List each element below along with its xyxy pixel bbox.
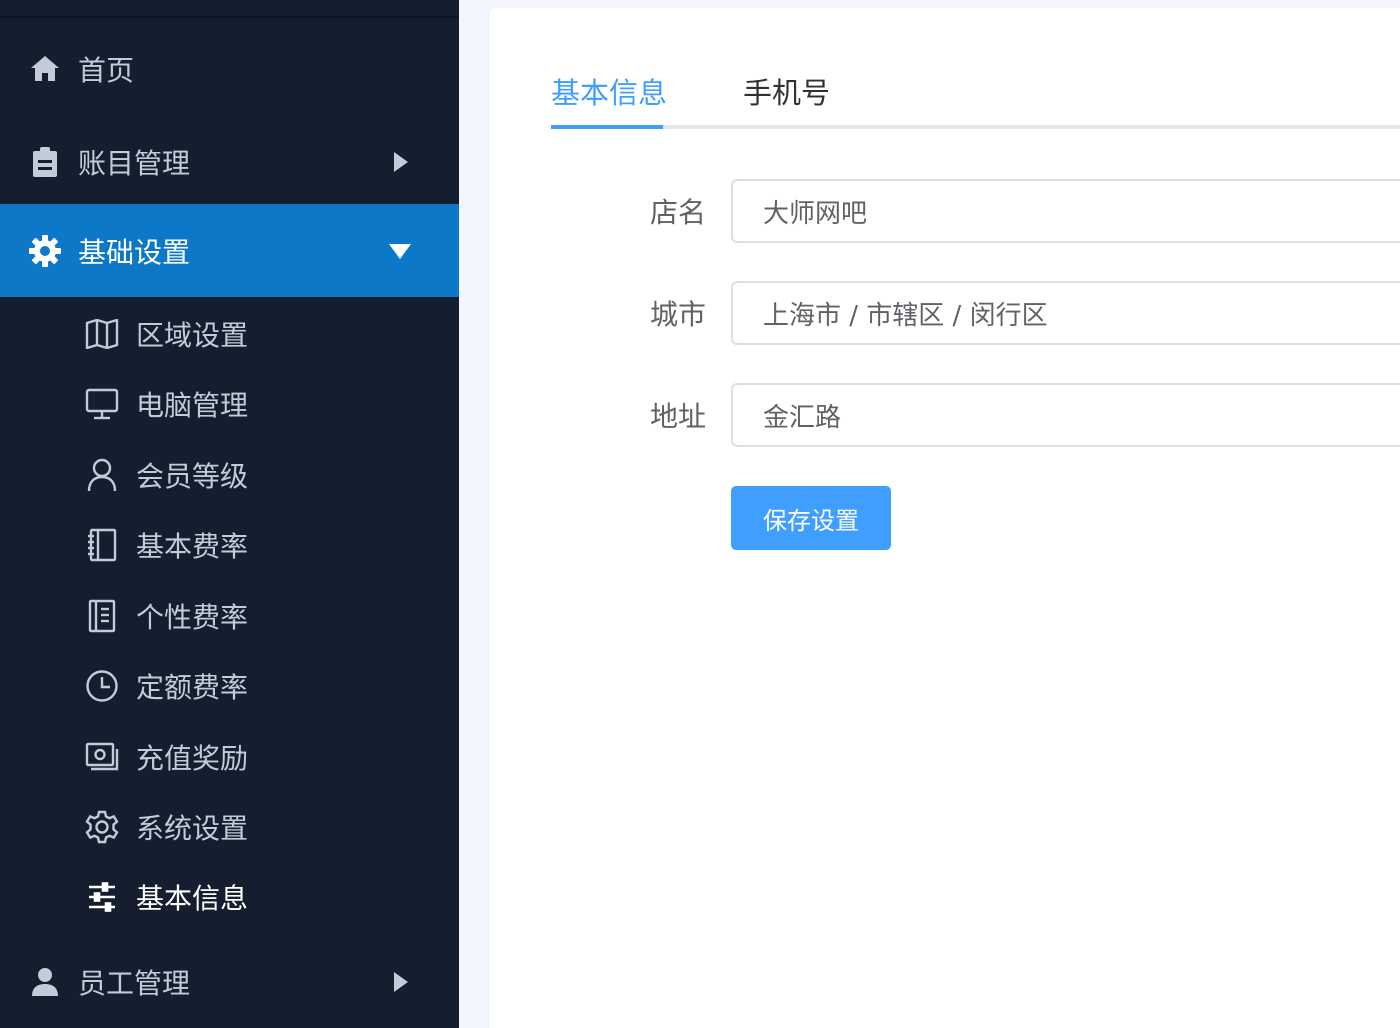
shop-name-input[interactable] — [731, 179, 1400, 243]
clipboard-icon — [28, 145, 62, 179]
home-icon — [28, 52, 62, 86]
clock-icon — [84, 668, 120, 704]
document-icon — [84, 598, 120, 634]
sidebar-subitem-label: 会员等级 — [136, 460, 249, 493]
active-tab-indicator — [551, 125, 663, 129]
sidebar-item-label: 员工管理 — [78, 966, 191, 1000]
tab-phone[interactable]: 手机号 — [743, 70, 830, 112]
address-input[interactable] — [731, 383, 1400, 447]
sidebar-item-label: 账目管理 — [78, 146, 191, 180]
main-panel: 基本信息 手机号 店名 城市 地址 保存设置 — [490, 8, 1400, 1028]
tabs-divider — [551, 125, 1400, 129]
monitor-icon — [84, 386, 120, 422]
caret-right-icon — [388, 150, 412, 174]
sidebar-item-label: 基础设置 — [78, 235, 191, 269]
sliders-icon — [84, 879, 120, 915]
sidebar-subitem-basic-rate[interactable]: 基本费率 — [0, 510, 459, 580]
sidebar-item-staff[interactable]: 员工管理 — [0, 935, 459, 1028]
caret-down-icon — [388, 239, 412, 263]
settings-outline-icon — [84, 809, 120, 845]
sidebar-subitem-area-settings[interactable]: 区域设置 — [0, 299, 459, 369]
sidebar-subitem-label: 基本费率 — [136, 530, 249, 563]
form-row-city: 城市 — [490, 281, 1400, 345]
sidebar-subitem-basic-info[interactable]: 基本信息 — [0, 862, 459, 932]
notebook-icon — [84, 527, 120, 563]
sidebar-subitem-fixed-rate[interactable]: 定额费率 — [0, 651, 459, 721]
form-row-shop-name: 店名 — [490, 179, 1400, 243]
sidebar-subitem-label: 定额费率 — [136, 671, 249, 704]
gear-icon — [28, 234, 62, 268]
sidebar-subitem-computer-management[interactable]: 电脑管理 — [0, 369, 459, 439]
sidebar-subitem-recharge-reward[interactable]: 充值奖励 — [0, 722, 459, 792]
city-label: 城市 — [650, 298, 707, 331]
shop-name-label: 店名 — [650, 196, 707, 229]
caret-right-icon — [388, 970, 412, 994]
sidebar-subitem-label: 系统设置 — [136, 812, 249, 845]
user-icon — [28, 965, 62, 999]
money-icon — [84, 739, 120, 775]
sidebar-item-basic-settings[interactable]: 基础设置 — [0, 204, 459, 297]
tab-basic-info[interactable]: 基本信息 — [551, 70, 667, 112]
address-label: 地址 — [650, 400, 707, 433]
sidebar-subitem-custom-rate[interactable]: 个性费率 — [0, 581, 459, 651]
sidebar-subitem-member-level[interactable]: 会员等级 — [0, 440, 459, 510]
sidebar-item-home[interactable]: 首页 — [0, 22, 459, 115]
sidebar-subitem-system-settings[interactable]: 系统设置 — [0, 792, 459, 862]
sidebar-subitem-label: 基本信息 — [136, 882, 249, 915]
sidebar-item-label: 首页 — [78, 53, 135, 87]
sidebar-divider — [0, 16, 459, 18]
sidebar: 首页 账目管理 基础设置 区域设置 电脑管理 会员等级 基本费率 个性费率 定额… — [0, 0, 459, 1028]
city-cascader-input[interactable] — [731, 281, 1400, 345]
map-icon — [84, 316, 120, 352]
sidebar-subitem-label: 区域设置 — [136, 319, 249, 352]
sidebar-subitem-label: 电脑管理 — [136, 389, 249, 422]
form-row-address: 地址 — [490, 383, 1400, 447]
sidebar-subitem-label: 个性费率 — [136, 601, 249, 634]
user-outline-icon — [84, 457, 120, 493]
save-settings-button[interactable]: 保存设置 — [731, 486, 891, 550]
sidebar-subitem-label: 充值奖励 — [136, 742, 249, 775]
sidebar-item-accounts[interactable]: 账目管理 — [0, 115, 459, 208]
